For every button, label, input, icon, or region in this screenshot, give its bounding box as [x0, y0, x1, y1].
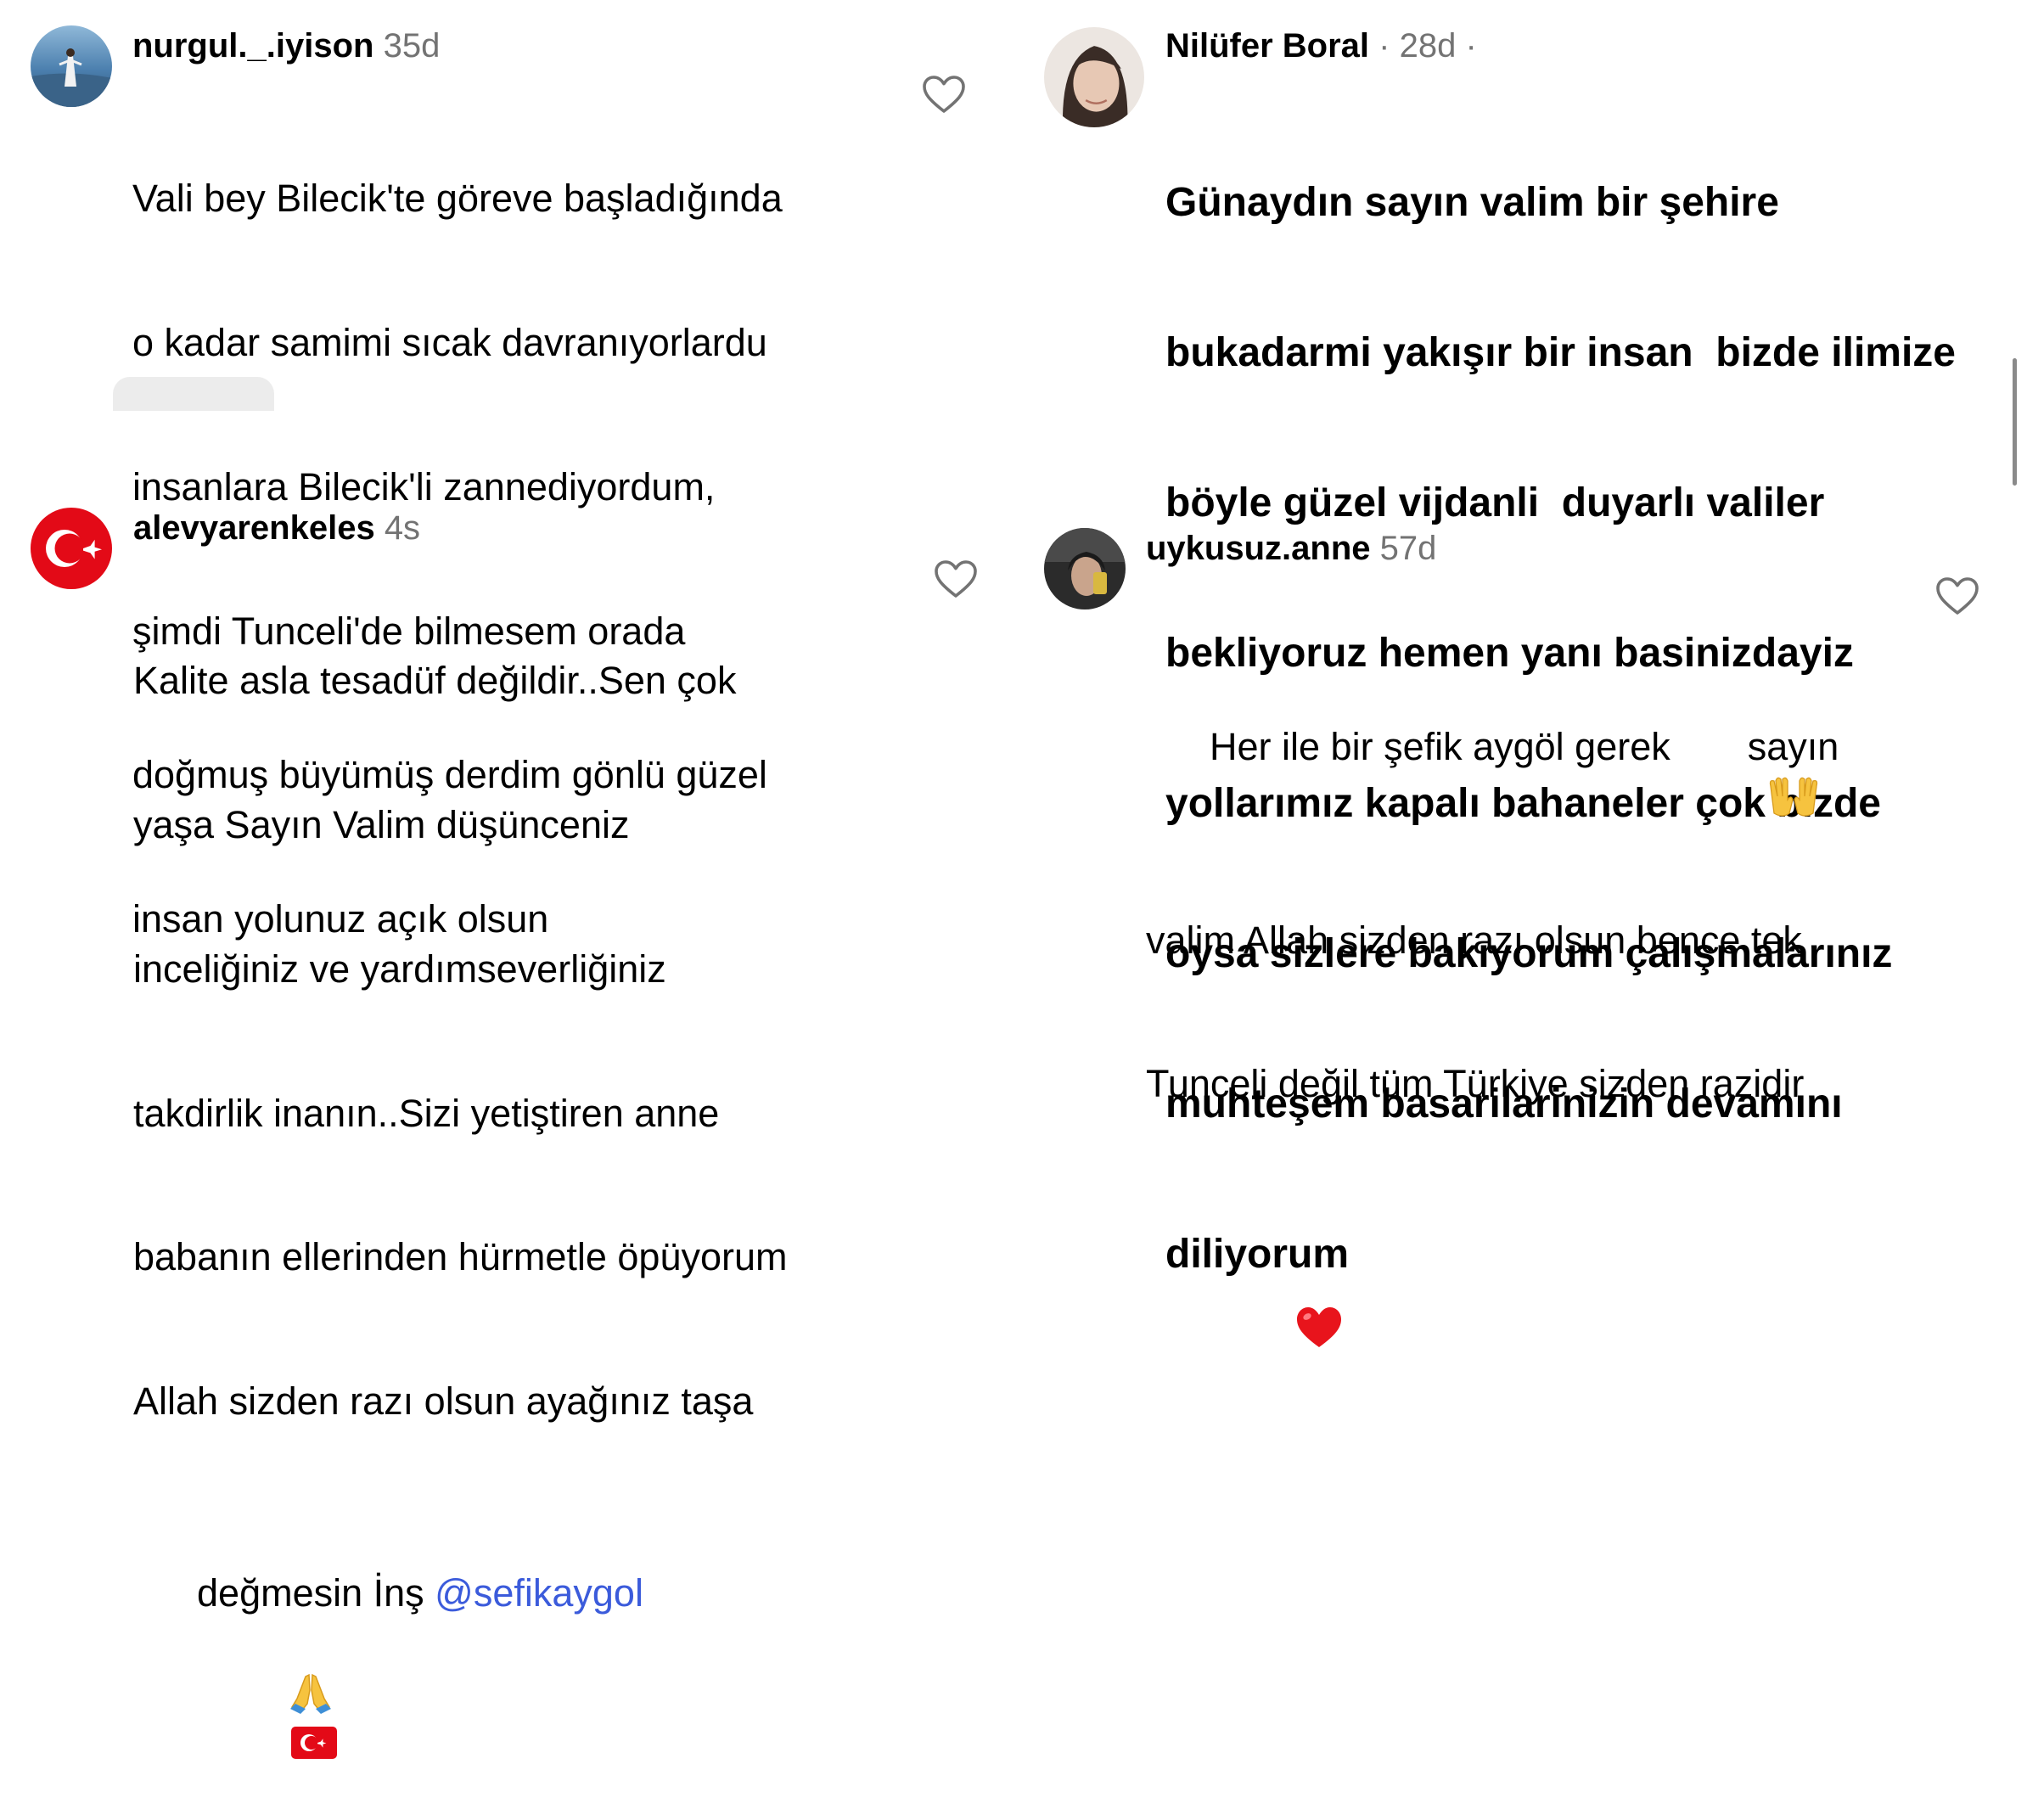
comment-line-text: değmesin İnş: [197, 1571, 435, 1615]
folded-hands-emoji: [204, 1621, 332, 1714]
timestamp: 57d: [1379, 530, 1437, 567]
comment-line: Tunceli değil tüm Türkiye sizden razidir: [1146, 1062, 1805, 1106]
comment-line: Allah sizden razı olsun ayağınız taşa: [133, 1379, 754, 1424]
comment-alevyarenkeles: alevyarenkeles 4s Kalite asla tesadüf de…: [31, 508, 981, 1759]
mention-link[interactable]: @sefikaygol: [435, 1571, 643, 1615]
heart-outline-icon[interactable]: [934, 559, 978, 599]
comment-line: Kalite asla tesadüf değildir..Sen çok: [133, 659, 737, 703]
timestamp: 4s: [384, 509, 421, 547]
avatar-photo: [1044, 27, 1144, 127]
comment-line: bukadarmi yakışır bir insan bizde ilimiz…: [1165, 330, 1956, 375]
avatar[interactable]: [31, 508, 112, 589]
comment-uykusuz-anne: uykusuz.anne 57d Her ile bir şefik aygöl…: [1044, 528, 2003, 1347]
avatar-photo: [1044, 528, 1126, 609]
scrollbar[interactable]: [2013, 358, 2017, 486]
avatar[interactable]: [1044, 27, 1144, 127]
username[interactable]: Nilüfer Boral: [1165, 27, 1369, 65]
comment-line: [1146, 1205, 1839, 1350]
comment-meta: nurgul._.iyison 35d: [132, 25, 440, 66]
see-translation-chip[interactable]: [113, 377, 274, 411]
timestamp: 35d: [383, 27, 441, 65]
turkey-flag-emoji: [205, 1676, 338, 1759]
comment-line: Her ile bir şefik aygöl gerek sayın: [1146, 675, 1839, 820]
comment-line: inceliğiniz ve yardımseverliğiniz: [133, 947, 666, 991]
comment-line: valim Allah sizden razı olsun bence tek: [1146, 918, 1802, 962]
comment-line: o kadar samimi sıcak davranıyorlardu: [132, 320, 767, 364]
avatar-photo: [31, 25, 112, 107]
comment-line: takdirlik inanın..Sizi yetiştiren anne: [133, 1091, 720, 1135]
username[interactable]: nurgul._.iyison: [132, 27, 373, 65]
comment-line-text: sayın: [1737, 724, 1839, 768]
turkey-flag-avatar: [31, 508, 112, 589]
comment-nurgul: nurgul._.iyison 35d Vali bey Bilecik'te …: [31, 25, 981, 941]
username[interactable]: uykusuz.anne: [1146, 530, 1371, 567]
comment-nilufer: Nilüfer Boral · 28d · Günaydın sayın val…: [1044, 25, 2003, 1277]
comment-text: Her ile bir şefik aygöl gerek sayın vali…: [1146, 579, 1839, 1446]
comment-line: Vali bey Bilecik'te göreve başladığında: [132, 177, 783, 221]
timestamp: · 28d ·: [1378, 27, 1477, 65]
avatar[interactable]: [31, 25, 112, 107]
comment-line: yaşa Sayın Valim düşünceniz: [133, 802, 630, 846]
comment-line: babanın ellerinden hürmetle öpüyorum: [133, 1235, 788, 1279]
avatar[interactable]: [1044, 528, 1126, 609]
username[interactable]: alevyarenkeles: [133, 509, 375, 547]
red-heart-emoji: [1210, 1256, 1342, 1347]
heart-outline-icon[interactable]: [1935, 576, 1979, 616]
comment-line-text: Her ile bir şefik aygöl gerek: [1210, 724, 1682, 768]
palms-up-emoji: [1681, 727, 1818, 817]
heart-outline-icon[interactable]: [922, 74, 966, 115]
comment-meta: uykusuz.anne 57d: [1146, 528, 1436, 569]
comment-line: değmesin İnş @sefikaygol: [133, 1522, 788, 1763]
comment-line: böyle güzel vijdanli duyarlı valiler: [1165, 480, 1825, 525]
comment-line: Günaydın sayın valim bir şehire: [1165, 180, 1779, 225]
comment-meta: alevyarenkeles 4s: [133, 508, 420, 548]
comment-text: Kalite asla tesadüf değildir..Sen çok ya…: [133, 561, 788, 1820]
comment-meta: Nilüfer Boral · 28d ·: [1165, 25, 1477, 66]
comment-line: insanlara Bilecik'li zannediyordum,: [132, 464, 716, 508]
